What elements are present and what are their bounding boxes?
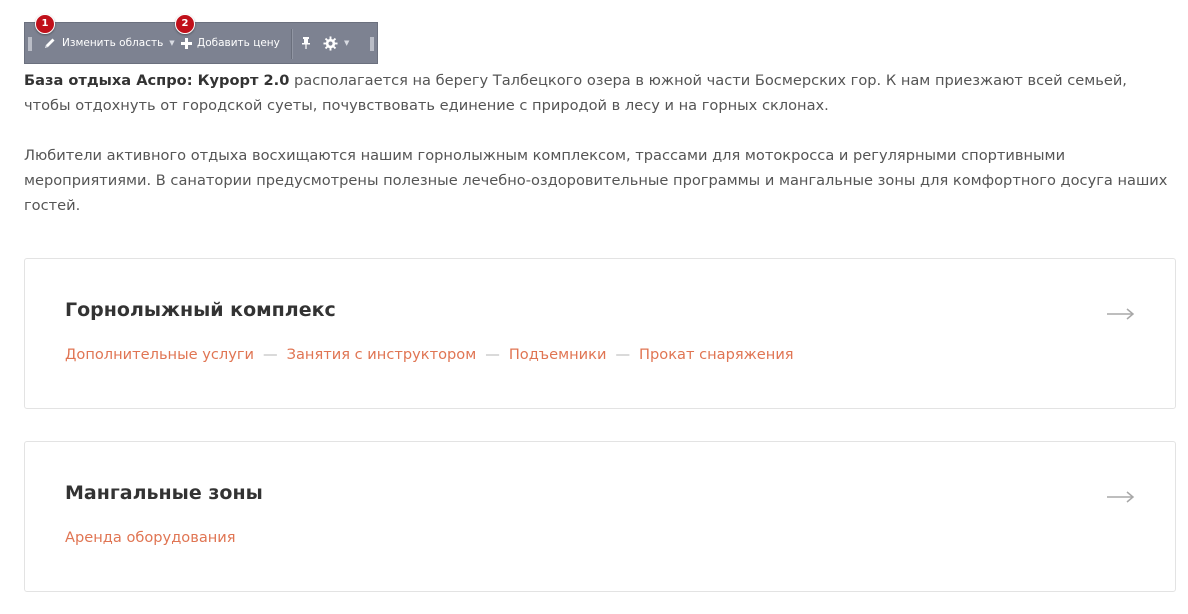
arrow-right-icon[interactable]	[1107, 488, 1135, 507]
link-separator: —	[615, 346, 631, 363]
link-equipment-rental[interactable]: Прокат снаряжения	[639, 346, 794, 363]
pin-icon	[301, 37, 311, 49]
link-instructor-lessons[interactable]: Занятия с инструктором	[287, 346, 477, 363]
link-ski-lifts[interactable]: Подъемники	[509, 346, 607, 363]
add-price-label: Добавить цену	[197, 37, 280, 49]
card-title[interactable]: Горнолыжный комплекс	[65, 299, 336, 321]
arrow-right-icon[interactable]	[1107, 305, 1135, 324]
admin-edit-toolbar: Изменить область ▼ Добавить цену ▼	[24, 22, 378, 64]
toolbar-divider	[291, 29, 293, 59]
service-card-ski-complex[interactable]: Горнолыжный комплекс Дополнительные услу…	[24, 258, 1176, 409]
intro-text: База отдыха Аспро: Курорт 2.0 располагае…	[24, 68, 1174, 218]
pin-button[interactable]	[301, 23, 311, 63]
service-card-bbq-zones[interactable]: Мангальные зоны Аренда оборудования	[24, 441, 1176, 592]
add-price-button[interactable]: Добавить цену	[181, 23, 280, 63]
intro-paragraph-2: Любители активного отдыха восхищаются на…	[24, 147, 1168, 214]
toolbar-drag-handle-left[interactable]	[28, 37, 32, 51]
edit-area-label: Изменить область	[62, 37, 164, 49]
step-badge-1: 1	[35, 14, 55, 34]
link-additional-services[interactable]: Дополнительные услуги	[65, 346, 254, 363]
intro-paragraph-1: База отдыха Аспро: Курорт 2.0 располагае…	[24, 68, 1174, 118]
pencil-icon	[43, 36, 57, 50]
settings-menu-button[interactable]: ▼	[323, 23, 349, 63]
card-subservices: Дополнительные услуги — Занятия с инструкт…	[65, 345, 794, 365]
gear-icon	[323, 35, 338, 51]
toolbar-drag-handle-right[interactable]	[370, 37, 374, 51]
chevron-down-icon: ▼	[344, 39, 350, 47]
plus-icon	[181, 37, 192, 49]
chevron-down-icon[interactable]: ▼	[169, 39, 174, 47]
link-equipment-hire[interactable]: Аренда оборудования	[65, 529, 236, 546]
edit-area-button[interactable]: Изменить область ▼	[43, 23, 175, 63]
card-subservices: Аренда оборудования	[65, 528, 236, 548]
link-separator: —	[485, 346, 500, 363]
step-badge-2: 2	[175, 14, 195, 34]
resort-name: База отдыха Аспро: Курорт 2.0	[24, 72, 290, 89]
link-separator: —	[263, 346, 278, 363]
card-title[interactable]: Мангальные зоны	[65, 482, 263, 504]
